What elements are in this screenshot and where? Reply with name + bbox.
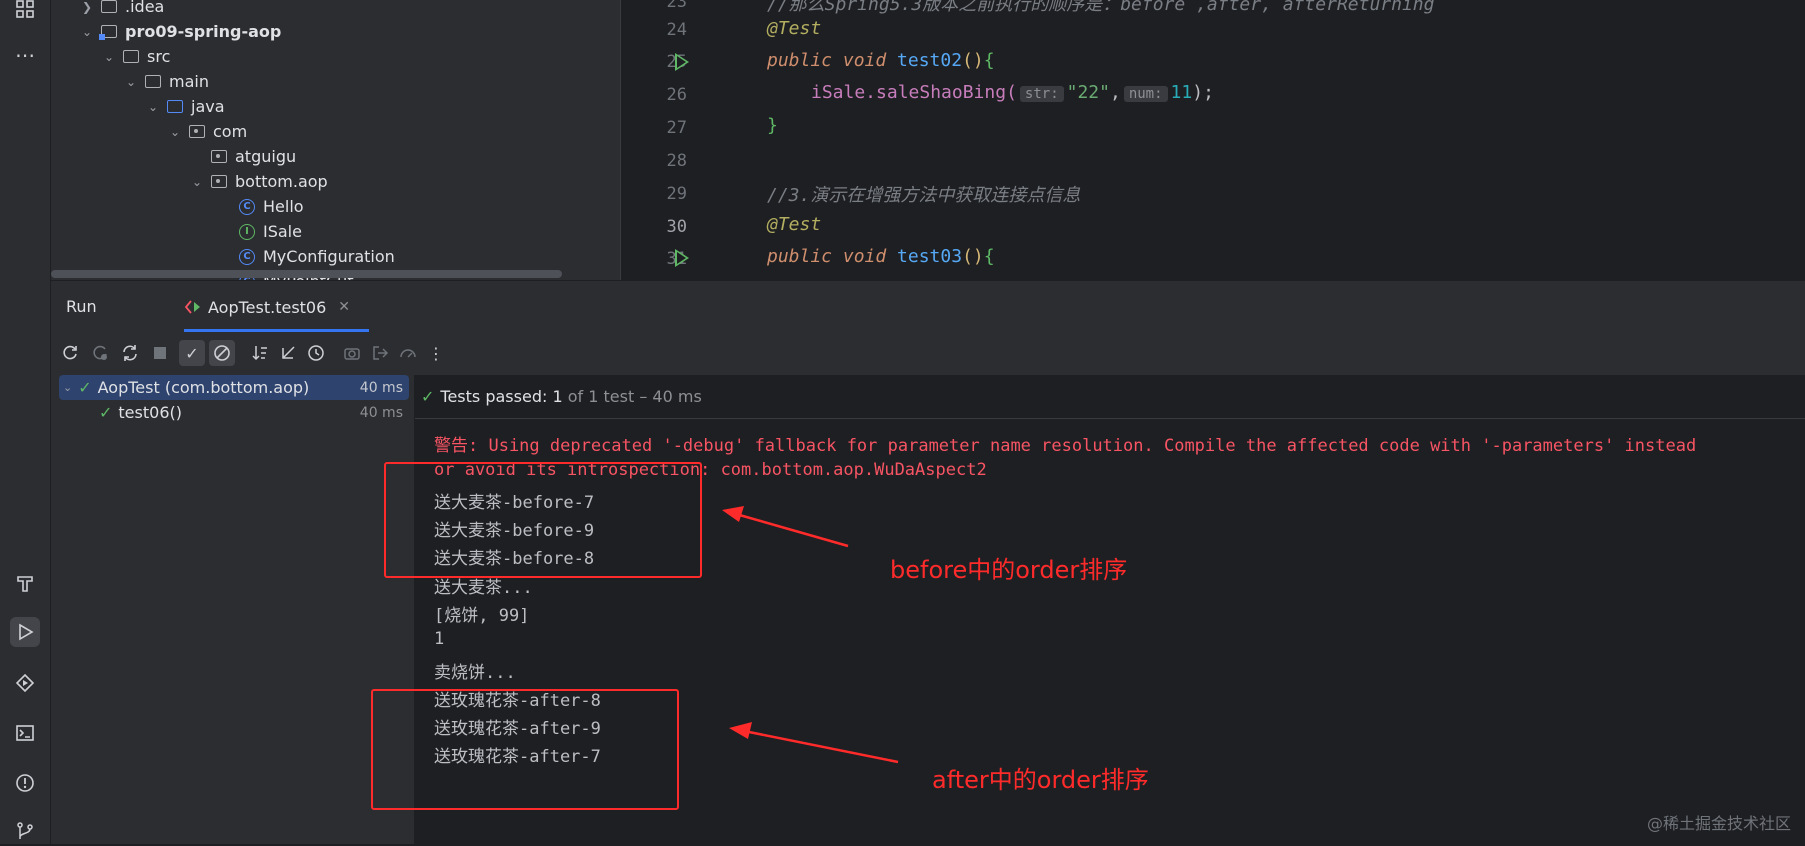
before-arrow (735, 512, 849, 548)
watermark: @稀土掘金技术社区 (1646, 814, 1791, 833)
before-arrow-head (722, 506, 744, 522)
annotation-arrows (722, 506, 899, 764)
after-arrow (743, 729, 899, 764)
before-order-annotation: before中的order排序 (890, 556, 1128, 584)
after-order-annotation: after中的order排序 (932, 766, 1149, 794)
after-arrow-head (729, 722, 752, 739)
